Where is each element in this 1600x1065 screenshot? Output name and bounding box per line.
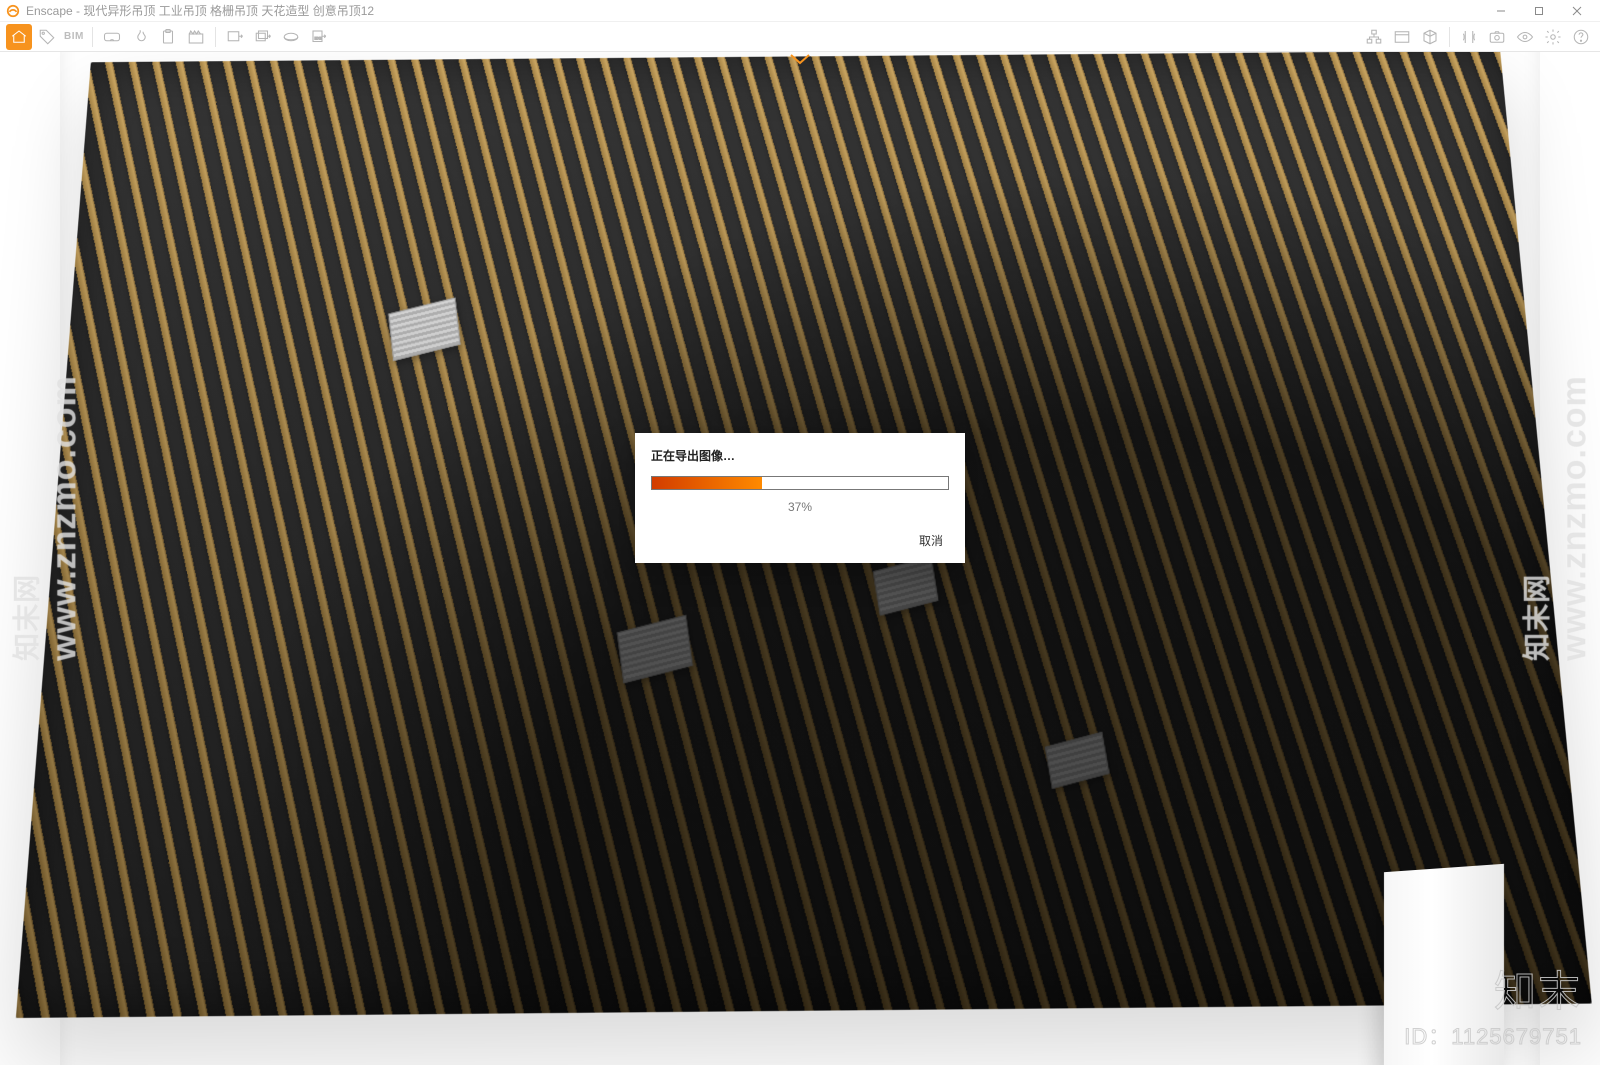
fire-icon[interactable] <box>127 24 153 50</box>
progress-bar-fill <box>652 477 762 489</box>
progress-percent-label: 37% <box>651 500 949 514</box>
export-exe-icon[interactable]: EXE <box>306 24 332 50</box>
watermark-right: 知末网 www.znzmo.com <box>1516 375 1595 661</box>
sitemap-icon[interactable] <box>1361 24 1387 50</box>
vr-goggles-icon[interactable] <box>99 24 125 50</box>
export-progress-dialog: 正在导出图像… 37% 取消 <box>635 433 965 563</box>
svg-text:EXE: EXE <box>314 36 322 40</box>
panorama-360-icon[interactable] <box>278 24 304 50</box>
window-minimize-button[interactable] <box>1482 0 1520 22</box>
hvac-vent <box>873 556 939 615</box>
window-titlebar: Enscape - 现代异形吊顶 工业吊顶 格栅吊顶 天花造型 创意吊顶12 <box>0 0 1600 22</box>
tag-icon[interactable] <box>34 24 60 50</box>
toolbar-separator <box>215 27 216 47</box>
eye-icon[interactable] <box>1512 24 1538 50</box>
window-close-button[interactable] <box>1558 0 1596 22</box>
window-title: Enscape - 现代异形吊顶 工业吊顶 格栅吊顶 天花造型 创意吊顶12 <box>26 2 374 19</box>
home-icon[interactable] <box>6 24 32 50</box>
camera-icon[interactable] <box>1484 24 1510 50</box>
chevron-down-icon[interactable] <box>789 52 811 64</box>
watermark-left: 知末网 www.znzmo.com <box>5 375 84 661</box>
cancel-button[interactable]: 取消 <box>913 528 949 553</box>
app-logo-icon <box>6 4 20 18</box>
toolbar-separator <box>92 27 93 47</box>
bim-label[interactable]: BIM <box>62 31 86 42</box>
hvac-vent <box>1045 731 1110 788</box>
progress-bar <box>651 476 949 490</box>
export-batch-icon[interactable] <box>250 24 276 50</box>
clapperboard-icon[interactable] <box>183 24 209 50</box>
window-maximize-button[interactable] <box>1520 0 1558 22</box>
main-toolbar: BIM EXE <box>0 22 1600 52</box>
clipboard-icon[interactable] <box>155 24 181 50</box>
help-icon[interactable] <box>1568 24 1594 50</box>
gear-icon[interactable] <box>1540 24 1566 50</box>
watermark-corner: 知末 ID：1125679751 <box>1404 958 1582 1051</box>
cube-icon[interactable] <box>1417 24 1443 50</box>
compare-views-icon[interactable] <box>1456 24 1482 50</box>
toolbar-separator <box>1449 27 1450 47</box>
hvac-vent <box>617 615 693 684</box>
hvac-vent <box>389 298 461 362</box>
render-viewport[interactable]: 知末网 www.znzmo.com 知末网 www.znzmo.com 知末 I… <box>0 52 1600 1065</box>
dialog-title: 正在导出图像… <box>651 447 949 464</box>
asset-library-icon[interactable] <box>1389 24 1415 50</box>
export-image-icon[interactable] <box>222 24 248 50</box>
